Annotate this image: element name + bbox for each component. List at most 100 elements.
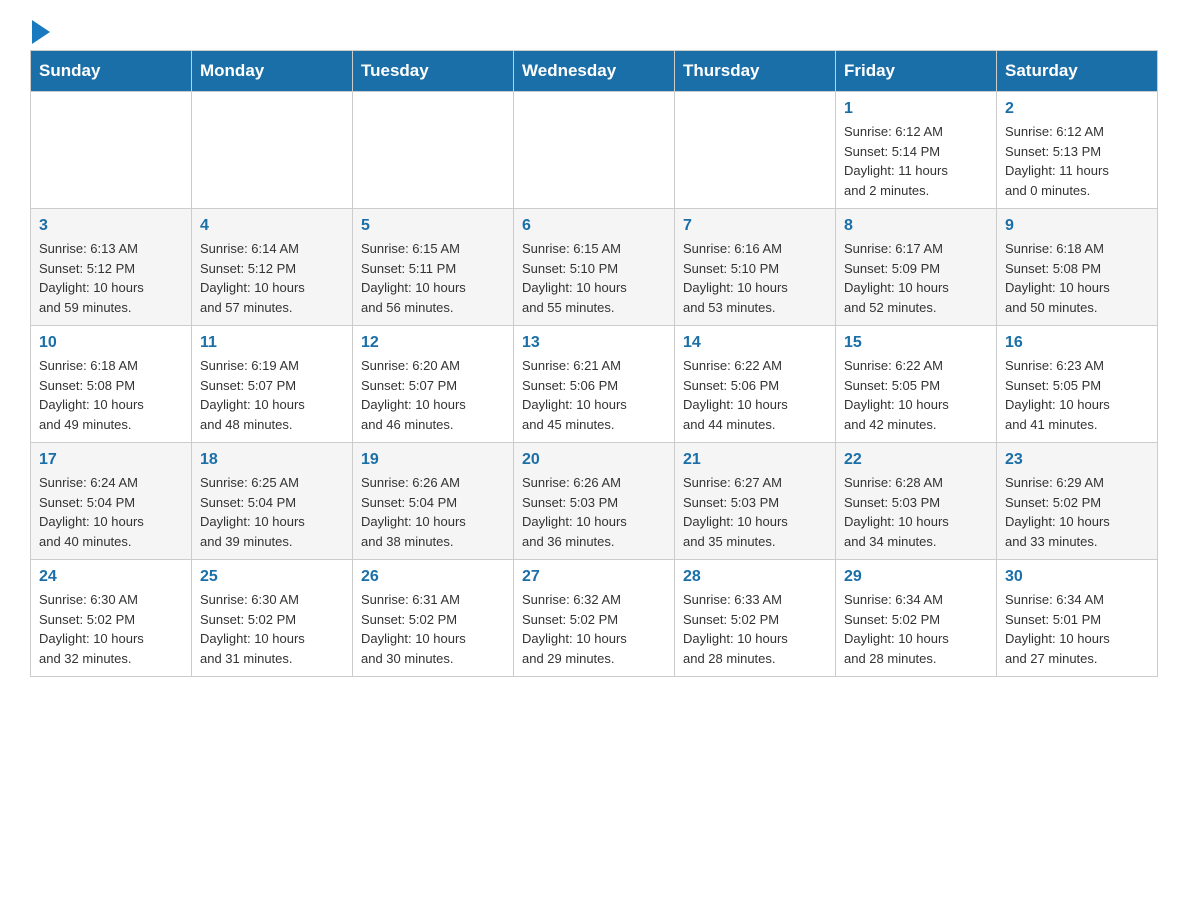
calendar-cell: 28 Sunrise: 6:33 AM Sunset: 5:02 PM Dayli… xyxy=(675,560,836,677)
calendar-cell: 4 Sunrise: 6:14 AM Sunset: 5:12 PM Daylig… xyxy=(192,209,353,326)
calendar-cell: 17Sunrise: 6:24 AM Sunset: 5:04 PM Dayli… xyxy=(31,443,192,560)
calendar-cell: 29 Sunrise: 6:34 AM Sunset: 5:02 PM Dayli… xyxy=(836,560,997,677)
day-number: 11 xyxy=(200,334,344,352)
day-info: Sunrise: 6:26 AM Sunset: 5:03 PM Dayligh… xyxy=(522,473,666,551)
logo-arrow-icon xyxy=(32,20,50,44)
day-info: Sunrise: 6:12 AM Sunset: 5:14 PM Dayligh… xyxy=(844,122,988,200)
page-header xyxy=(30,20,1158,40)
day-number: 28 xyxy=(683,568,827,586)
logo xyxy=(30,20,50,40)
day-info: Sunrise: 6:19 AM Sunset: 5:07 PM Dayligh… xyxy=(200,356,344,434)
calendar-cell: 19 Sunrise: 6:26 AM Sunset: 5:04 PM Dayli… xyxy=(353,443,514,560)
weekday-header-friday: Friday xyxy=(836,51,997,92)
weekday-header-thursday: Thursday xyxy=(675,51,836,92)
calendar-cell: 25Sunrise: 6:30 AM Sunset: 5:02 PM Dayli… xyxy=(192,560,353,677)
day-number: 14 xyxy=(683,334,827,352)
day-info: Sunrise: 6:33 AM Sunset: 5:02 PM Dayligh… xyxy=(683,590,827,668)
calendar-cell: 23 Sunrise: 6:29 AM Sunset: 5:02 PM Dayli… xyxy=(997,443,1158,560)
weekday-header-sunday: Sunday xyxy=(31,51,192,92)
day-info: Sunrise: 6:14 AM Sunset: 5:12 PM Dayligh… xyxy=(200,239,344,317)
day-info: Sunrise: 6:28 AM Sunset: 5:03 PM Dayligh… xyxy=(844,473,988,551)
day-info: Sunrise: 6:32 AM Sunset: 5:02 PM Dayligh… xyxy=(522,590,666,668)
day-info: Sunrise: 6:34 AM Sunset: 5:01 PM Dayligh… xyxy=(1005,590,1149,668)
day-info: Sunrise: 6:29 AM Sunset: 5:02 PM Dayligh… xyxy=(1005,473,1149,551)
day-number: 21 xyxy=(683,451,827,469)
day-info: Sunrise: 6:27 AM Sunset: 5:03 PM Dayligh… xyxy=(683,473,827,551)
day-number: 15 xyxy=(844,334,988,352)
day-number: 27 xyxy=(522,568,666,586)
calendar-cell xyxy=(514,92,675,209)
calendar-cell: 6 Sunrise: 6:15 AM Sunset: 5:10 PM Daylig… xyxy=(514,209,675,326)
day-info: Sunrise: 6:23 AM Sunset: 5:05 PM Dayligh… xyxy=(1005,356,1149,434)
day-info: Sunrise: 6:17 AM Sunset: 5:09 PM Dayligh… xyxy=(844,239,988,317)
calendar-cell: 5Sunrise: 6:15 AM Sunset: 5:11 PM Daylig… xyxy=(353,209,514,326)
calendar-cell: 15Sunrise: 6:22 AM Sunset: 5:05 PM Dayli… xyxy=(836,326,997,443)
calendar-cell: 16 Sunrise: 6:23 AM Sunset: 5:05 PM Dayli… xyxy=(997,326,1158,443)
day-number: 6 xyxy=(522,217,666,235)
day-number: 24 xyxy=(39,568,183,586)
calendar-cell xyxy=(675,92,836,209)
calendar-cell: 27 Sunrise: 6:32 AM Sunset: 5:02 PM Dayli… xyxy=(514,560,675,677)
day-number: 4 xyxy=(200,217,344,235)
calendar-cell: 14 Sunrise: 6:22 AM Sunset: 5:06 PM Dayli… xyxy=(675,326,836,443)
day-number: 29 xyxy=(844,568,988,586)
calendar-cell: 1 Sunrise: 6:12 AM Sunset: 5:14 PM Daylig… xyxy=(836,92,997,209)
calendar-cell: 9 Sunrise: 6:18 AM Sunset: 5:08 PM Daylig… xyxy=(997,209,1158,326)
day-number: 19 xyxy=(361,451,505,469)
calendar-cell: 7Sunrise: 6:16 AM Sunset: 5:10 PM Daylig… xyxy=(675,209,836,326)
calendar-cell xyxy=(31,92,192,209)
weekday-header-monday: Monday xyxy=(192,51,353,92)
day-number: 12 xyxy=(361,334,505,352)
weekday-header-tuesday: Tuesday xyxy=(353,51,514,92)
day-number: 7 xyxy=(683,217,827,235)
day-info: Sunrise: 6:18 AM Sunset: 5:08 PM Dayligh… xyxy=(39,356,183,434)
day-info: Sunrise: 6:13 AM Sunset: 5:12 PM Dayligh… xyxy=(39,239,183,317)
calendar-cell: 20 Sunrise: 6:26 AM Sunset: 5:03 PM Dayli… xyxy=(514,443,675,560)
day-number: 1 xyxy=(844,100,988,118)
day-info: Sunrise: 6:15 AM Sunset: 5:10 PM Dayligh… xyxy=(522,239,666,317)
calendar-cell xyxy=(353,92,514,209)
day-number: 9 xyxy=(1005,217,1149,235)
day-info: Sunrise: 6:20 AM Sunset: 5:07 PM Dayligh… xyxy=(361,356,505,434)
day-number: 26 xyxy=(361,568,505,586)
calendar-cell: 13 Sunrise: 6:21 AM Sunset: 5:06 PM Dayli… xyxy=(514,326,675,443)
day-info: Sunrise: 6:26 AM Sunset: 5:04 PM Dayligh… xyxy=(361,473,505,551)
calendar-cell: 11 Sunrise: 6:19 AM Sunset: 5:07 PM Dayli… xyxy=(192,326,353,443)
calendar-week-5: 24Sunrise: 6:30 AM Sunset: 5:02 PM Dayli… xyxy=(31,560,1158,677)
day-number: 16 xyxy=(1005,334,1149,352)
calendar-cell: 26 Sunrise: 6:31 AM Sunset: 5:02 PM Dayli… xyxy=(353,560,514,677)
calendar-cell: 10 Sunrise: 6:18 AM Sunset: 5:08 PM Dayli… xyxy=(31,326,192,443)
day-info: Sunrise: 6:31 AM Sunset: 5:02 PM Dayligh… xyxy=(361,590,505,668)
day-info: Sunrise: 6:18 AM Sunset: 5:08 PM Dayligh… xyxy=(1005,239,1149,317)
weekday-header-saturday: Saturday xyxy=(997,51,1158,92)
day-number: 13 xyxy=(522,334,666,352)
day-number: 25 xyxy=(200,568,344,586)
calendar-table: SundayMondayTuesdayWednesdayThursdayFrid… xyxy=(30,50,1158,677)
calendar-cell: 18Sunrise: 6:25 AM Sunset: 5:04 PM Dayli… xyxy=(192,443,353,560)
day-info: Sunrise: 6:22 AM Sunset: 5:06 PM Dayligh… xyxy=(683,356,827,434)
day-number: 8 xyxy=(844,217,988,235)
day-info: Sunrise: 6:34 AM Sunset: 5:02 PM Dayligh… xyxy=(844,590,988,668)
calendar-cell: 24Sunrise: 6:30 AM Sunset: 5:02 PM Dayli… xyxy=(31,560,192,677)
day-number: 17 xyxy=(39,451,183,469)
weekday-header-row: SundayMondayTuesdayWednesdayThursdayFrid… xyxy=(31,51,1158,92)
calendar-week-2: 3Sunrise: 6:13 AM Sunset: 5:12 PM Daylig… xyxy=(31,209,1158,326)
calendar-cell: 2 Sunrise: 6:12 AM Sunset: 5:13 PM Daylig… xyxy=(997,92,1158,209)
day-info: Sunrise: 6:21 AM Sunset: 5:06 PM Dayligh… xyxy=(522,356,666,434)
day-number: 10 xyxy=(39,334,183,352)
calendar-week-3: 10 Sunrise: 6:18 AM Sunset: 5:08 PM Dayli… xyxy=(31,326,1158,443)
day-number: 23 xyxy=(1005,451,1149,469)
calendar-cell: 22 Sunrise: 6:28 AM Sunset: 5:03 PM Dayli… xyxy=(836,443,997,560)
calendar-cell: 21 Sunrise: 6:27 AM Sunset: 5:03 PM Dayli… xyxy=(675,443,836,560)
day-info: Sunrise: 6:15 AM Sunset: 5:11 PM Dayligh… xyxy=(361,239,505,317)
day-number: 22 xyxy=(844,451,988,469)
calendar-week-4: 17Sunrise: 6:24 AM Sunset: 5:04 PM Dayli… xyxy=(31,443,1158,560)
day-info: Sunrise: 6:12 AM Sunset: 5:13 PM Dayligh… xyxy=(1005,122,1149,200)
calendar-cell: 8 Sunrise: 6:17 AM Sunset: 5:09 PM Daylig… xyxy=(836,209,997,326)
weekday-header-wednesday: Wednesday xyxy=(514,51,675,92)
calendar-cell: 12 Sunrise: 6:20 AM Sunset: 5:07 PM Dayli… xyxy=(353,326,514,443)
day-info: Sunrise: 6:25 AM Sunset: 5:04 PM Dayligh… xyxy=(200,473,344,551)
day-number: 20 xyxy=(522,451,666,469)
day-number: 2 xyxy=(1005,100,1149,118)
day-number: 30 xyxy=(1005,568,1149,586)
